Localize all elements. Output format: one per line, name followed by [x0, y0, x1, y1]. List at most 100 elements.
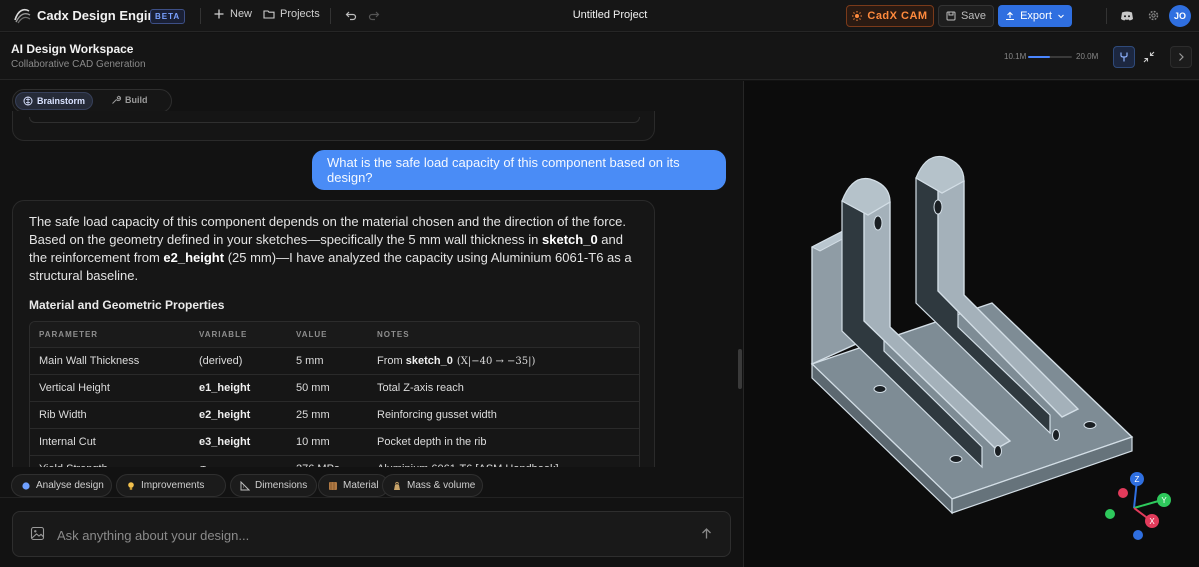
axis-triad[interactable]: Z Y X — [1094, 466, 1174, 546]
workspace-subtitle: Collaborative CAD Generation — [11, 59, 146, 70]
mount-hole — [873, 385, 887, 393]
cell-notes: Pocket depth in the rib — [377, 436, 487, 448]
chip-mass-volume[interactable]: Mass & volume — [382, 474, 483, 497]
new-button[interactable]: New — [213, 8, 252, 20]
projects-button[interactable]: Projects — [263, 8, 320, 20]
mount-hole — [949, 455, 963, 463]
project-title[interactable]: Untitled Project — [555, 9, 665, 21]
mode-toggle[interactable]: Brainstorm Build — [12, 89, 172, 113]
table-row: Main Wall Thickness (derived) 5 mm From … — [30, 348, 639, 375]
chip-label: Mass & volume — [407, 480, 476, 491]
user-message: What is the safe load capacity of this c… — [312, 150, 726, 190]
mode-brainstorm-label: Brainstorm — [36, 96, 85, 106]
answer-text-1: The safe load capacity of this component… — [29, 214, 626, 247]
avatar[interactable]: JO — [1169, 5, 1191, 27]
y-axis-label: Y — [1161, 496, 1167, 505]
logo-icon — [14, 8, 31, 24]
chat-input[interactable] — [57, 525, 677, 545]
properties-table: PARAMETER VARIABLE VALUE NOTES Main Wall… — [29, 321, 640, 470]
cell-parameter: Main Wall Thickness — [39, 355, 140, 367]
mode-build[interactable]: Build — [111, 95, 148, 105]
bulb-icon — [128, 481, 134, 490]
chat-scrollbar[interactable] — [738, 349, 742, 389]
upload-icon — [1006, 11, 1015, 21]
answer-sketch-ref: sketch_0 — [542, 232, 598, 247]
cell-notes: Total Z-axis reach — [377, 382, 464, 394]
neg-x-handle — [1118, 488, 1128, 498]
header-notes: NOTES — [377, 330, 410, 339]
mode-build-label: Build — [125, 95, 148, 105]
ruler-icon — [240, 480, 250, 490]
save-button[interactable]: Save — [938, 5, 994, 27]
app-title[interactable]: Cadx Design Engine — [37, 8, 163, 23]
table-header: PARAMETER VARIABLE VALUE NOTES — [30, 322, 639, 348]
weight-icon — [394, 481, 400, 490]
table-row: Rib Width e2_height 25 mm Reinforcing gu… — [30, 402, 639, 429]
panel-toggle-button[interactable] — [1170, 46, 1192, 68]
image-upload-icon[interactable] — [30, 526, 45, 541]
cadx-cam-button[interactable]: CadX CAM — [846, 5, 934, 27]
zoom-slider-fill — [1028, 56, 1050, 58]
chip-dimensions[interactable]: Dimensions — [230, 474, 317, 497]
folder-icon — [263, 10, 275, 19]
cell-value: 25 mm — [296, 409, 330, 421]
export-label: Export — [1020, 10, 1052, 22]
new-label: New — [230, 8, 253, 20]
notes-formula: (X|−40 → −35|) — [456, 355, 536, 367]
zoom-max-label: 20.0M — [1076, 52, 1099, 61]
chip-material[interactable]: Material — [318, 474, 389, 497]
discord-icon[interactable] — [1120, 9, 1134, 23]
neg-y-handle — [1105, 509, 1115, 519]
gear-icon[interactable] — [1147, 9, 1160, 22]
cell-variable: e3_height — [199, 436, 251, 448]
chevron-down-icon — [1058, 14, 1064, 19]
wrench-icon — [112, 95, 121, 104]
beta-badge: BETA — [150, 9, 186, 24]
projects-label: Projects — [280, 8, 320, 20]
divider — [330, 8, 331, 24]
mode-brainstorm[interactable]: Brainstorm — [15, 92, 93, 110]
cell-variable: e1_height — [199, 382, 251, 394]
z-axis-label: Z — [1135, 475, 1140, 484]
chip-label: Improvements — [141, 480, 205, 491]
redo-icon[interactable] — [368, 9, 380, 21]
previous-message-inner — [29, 117, 640, 123]
save-icon — [946, 11, 956, 21]
divider — [0, 497, 743, 498]
divider — [1106, 8, 1107, 24]
zoom-slider[interactable] — [1028, 56, 1072, 58]
rib2-base-hole — [1052, 429, 1060, 441]
undo-icon[interactable] — [345, 9, 357, 21]
chat-input-box — [12, 511, 731, 557]
cell-value: 50 mm — [296, 382, 330, 394]
answer-variable-ref: e2_height — [163, 250, 225, 265]
cell-notes: From sketch_0 (X|−40 → −35|) — [377, 348, 535, 374]
notes-prefix: From — [377, 355, 403, 367]
table-row: Vertical Height e1_height 50 mm Total Z-… — [30, 375, 639, 402]
branch-view-button[interactable] — [1113, 46, 1135, 68]
save-label: Save — [960, 10, 987, 22]
collapse-icon — [1143, 51, 1155, 63]
assistant-message: The safe load capacity of this component… — [12, 200, 655, 470]
3d-viewport[interactable]: Z Y X — [744, 81, 1199, 567]
chip-label: Dimensions — [255, 480, 308, 491]
assistant-message-text: The safe load capacity of this component… — [29, 213, 643, 285]
analyse-icon — [22, 481, 30, 490]
chip-analyse-design[interactable]: Analyse design — [11, 474, 112, 497]
cell-variable: e2_height — [199, 409, 251, 421]
chip-label: Material — [343, 480, 379, 491]
header-parameter: PARAMETER — [39, 330, 99, 339]
user-message-text: What is the safe load capacity of this c… — [327, 155, 680, 185]
collapse-button[interactable] — [1138, 46, 1160, 68]
header-variable: VARIABLE — [199, 330, 248, 339]
x-axis-label: X — [1149, 517, 1155, 526]
send-arrow-icon[interactable] — [699, 526, 714, 541]
cam-label: CadX CAM — [867, 10, 928, 22]
chip-improvements[interactable]: Improvements — [116, 474, 226, 497]
cell-parameter: Internal Cut — [39, 436, 96, 448]
export-button[interactable]: Export — [998, 5, 1072, 27]
table-row: Internal Cut e3_height 10 mm Pocket dept… — [30, 429, 639, 456]
message-fade — [12, 467, 655, 473]
plus-icon — [214, 9, 224, 19]
zoom-min-label: 10.1M — [1004, 52, 1027, 61]
